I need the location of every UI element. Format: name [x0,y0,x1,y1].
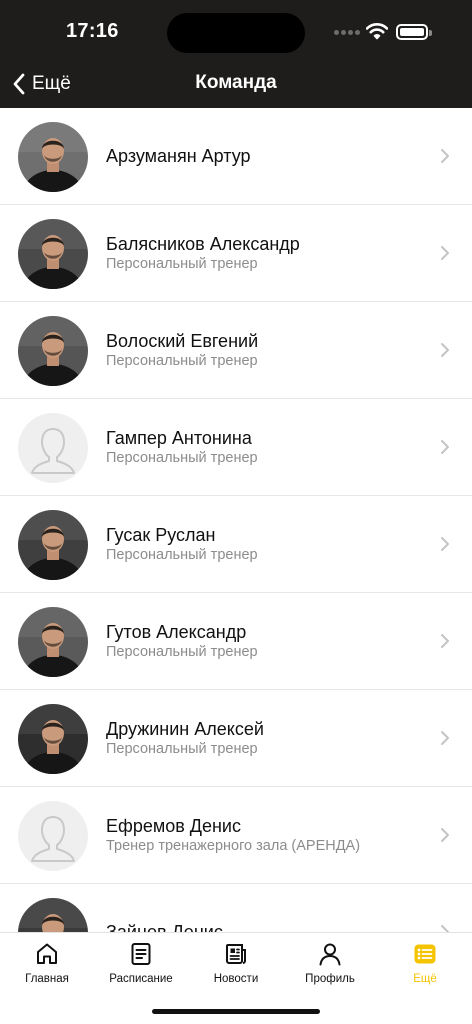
avatar-photo [18,122,88,192]
tab-label: Расписание [109,973,173,985]
battery-icon [396,24,428,40]
avatar-photo [18,510,88,580]
member-name: Волоский Евгений [106,331,259,351]
navigation-header: 17:16 Ещё Команда [0,0,472,108]
chevron-right-icon [441,343,449,357]
chevron-right-icon [441,149,449,163]
tab-home[interactable]: Главная [0,941,94,993]
member-name: Гусак Руслан [106,525,216,545]
profile-icon [319,943,341,966]
member-name: Гампер Антонина [106,428,252,448]
team-member-row[interactable]: Балясников Александр Персональный тренер [0,205,472,302]
avatar [18,413,88,483]
member-role: Тренер тренажерного зала (АРЕНДА) [106,838,361,854]
member-text: Зайцев Денис [106,884,422,932]
member-name: Арзуманян Артур [106,146,251,166]
member-name: Дружинин Алексей [106,719,264,739]
tab-label: Новости [213,973,259,985]
schedule-icon [131,943,151,965]
more-icon [414,944,436,964]
team-member-row[interactable]: Гутов Александр Персональный тренер [0,593,472,690]
member-role: Персональный тренер [106,644,258,660]
tab-news[interactable]: Новости [189,941,283,993]
status-icons [334,22,434,44]
avatar-photo [18,704,88,774]
battery-tip [429,30,432,36]
avatar-photo [18,898,88,932]
member-role: Персональный тренер [106,547,258,563]
member-text: Гампер Антонина Персональный тренер [106,399,422,495]
avatar [18,801,88,871]
team-list[interactable]: Арзуманян Артур Балясников Александр Персо… [0,108,472,932]
tab-label: Профиль [305,973,355,985]
member-text: Балясников Александр Персональный тренер [106,205,422,301]
team-member-row[interactable]: Гусак Руслан Персональный тренер [0,496,472,593]
member-text: Арзуманян Артур [106,108,422,204]
chevron-right-icon [441,731,449,745]
tab-profile[interactable]: Профиль [283,941,377,993]
tab-more[interactable]: Ещё [378,941,472,993]
chevron-right-icon [441,246,449,260]
member-text: Дружинин Алексей Персональный тренер [106,690,422,786]
avatar-photo [18,219,88,289]
team-member-row[interactable]: Гампер Антонина Персональный тренер [0,399,472,496]
member-name: Ефремов Денис [106,816,241,836]
avatar [18,510,88,580]
member-role: Персональный тренер [106,353,258,369]
home-indicator [152,1009,320,1014]
avatar [18,122,88,192]
member-name: Гутов Александр [106,622,247,642]
avatar-placeholder-icon [18,413,88,483]
avatar-photo [18,316,88,386]
tab-schedule[interactable]: Расписание [94,941,188,993]
member-role: Персональный тренер [106,741,258,757]
team-member-row[interactable]: Арзуманян Артур [0,108,472,205]
team-member-row[interactable]: Волоский Евгений Персональный тренер [0,302,472,399]
dynamic-island [167,13,305,53]
status-time: 17:16 [66,20,119,42]
member-text: Гусак Руслан Персональный тренер [106,496,422,592]
member-role: Персональный тренер [106,450,258,466]
signal-icon [334,30,360,36]
tab-label: Главная [25,973,69,985]
chevron-right-icon [441,828,449,842]
avatar [18,704,88,774]
member-text: Гутов Александр Персональный тренер [106,593,422,689]
member-name: Балясников Александр [106,234,300,254]
news-icon [226,944,246,964]
avatar [18,898,88,932]
avatar [18,219,88,289]
home-icon [37,943,57,964]
avatar-photo [18,607,88,677]
page-title: Команда [195,72,277,93]
team-member-row[interactable]: Ефремов Денис Тренер тренажерного зала (А… [0,787,472,884]
chevron-right-icon [441,440,449,454]
member-name: Зайцев Денис [106,922,223,932]
member-text: Ефремов Денис Тренер тренажерного зала (А… [106,787,422,883]
team-member-row[interactable]: Зайцев Денис [0,884,472,932]
chevron-right-icon [441,925,449,932]
wifi-icon [366,23,388,40]
chevron-right-icon [441,537,449,551]
chevron-right-icon [441,634,449,648]
member-text: Волоский Евгений Персональный тренер [106,302,422,398]
avatar-placeholder-icon [18,801,88,871]
team-member-row[interactable]: Дружинин Алексей Персональный тренер [0,690,472,787]
avatar [18,316,88,386]
avatar [18,607,88,677]
member-role: Персональный тренер [106,256,258,272]
tab-label: Ещё [413,973,437,985]
